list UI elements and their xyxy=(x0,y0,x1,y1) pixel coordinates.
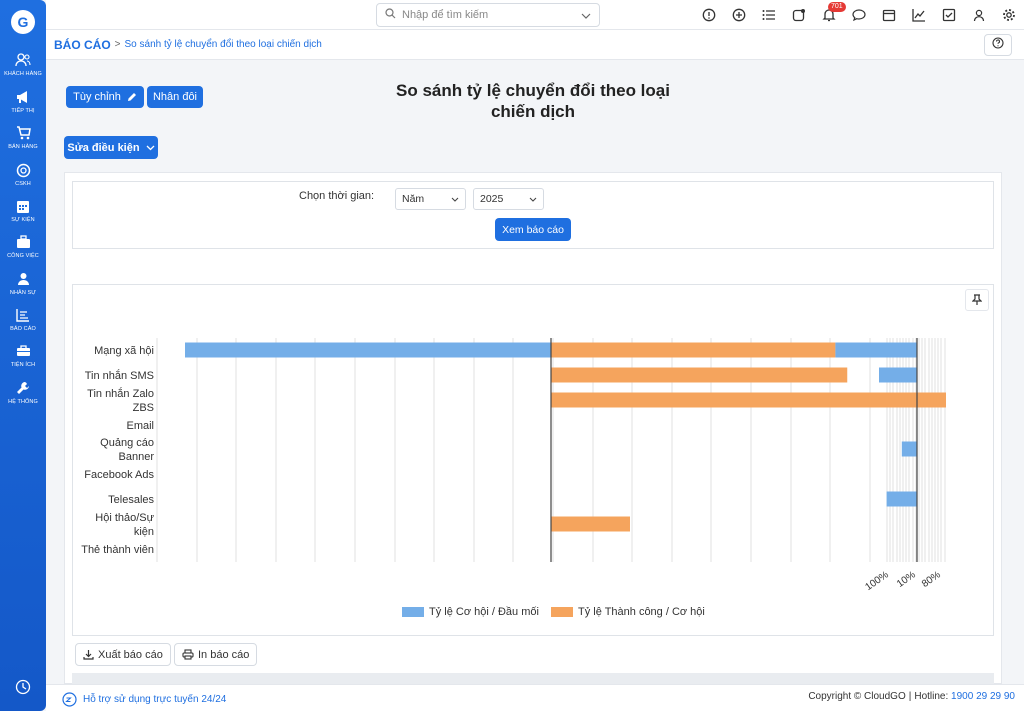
user-icon[interactable] xyxy=(964,0,994,30)
person-icon xyxy=(15,271,31,287)
year-value: 2025 xyxy=(480,193,504,205)
hotline-label: Hotline: xyxy=(914,691,949,702)
help-button[interactable] xyxy=(984,34,1012,56)
bell-icon[interactable]: 701 xyxy=(814,0,846,30)
sidebar-item-label: Công việc xyxy=(7,253,39,259)
chevron-down-icon xyxy=(451,197,459,202)
support-link[interactable]: Hỗ trợ sử dụng trực tuyến 24/24 xyxy=(62,692,226,707)
help-icon xyxy=(992,36,1004,54)
sidebar: G Khách hàng Tiếp thị Bán hàng CSKH Sự k… xyxy=(0,0,46,711)
footer: Hỗ trợ sử dụng trực tuyến 24/24 Copyrigh… xyxy=(46,684,1024,711)
copyright-text: Copyright © CloudGO xyxy=(808,691,906,702)
briefcase-icon xyxy=(15,234,31,250)
sidebar-item-hr[interactable]: Nhân sự xyxy=(0,271,46,305)
top-bar: Nhập để tìm kiếm 701 xyxy=(46,0,1024,30)
sidebar-item-sales[interactable]: Bán hàng xyxy=(0,125,46,159)
view-report-button[interactable]: Xem báo cáo xyxy=(495,218,571,241)
edit-conditions-button[interactable]: Sửa điều kiện xyxy=(64,136,158,159)
download-icon xyxy=(83,649,98,660)
chat-icon[interactable] xyxy=(844,0,874,30)
pin-button[interactable] xyxy=(965,289,989,311)
checkbox-icon[interactable] xyxy=(934,0,964,30)
legend-swatch xyxy=(402,607,424,617)
legend-swatch xyxy=(551,607,573,617)
page-title: So sánh tỷ lệ chuyển đổi theo loại chiến… xyxy=(396,81,670,121)
sidebar-item-customers[interactable]: Khách hàng xyxy=(0,52,46,86)
sidebar-item-label: Bán hàng xyxy=(8,144,38,150)
users-icon xyxy=(15,52,31,68)
chart-container xyxy=(72,284,994,636)
duplicate-label: Nhân đôi xyxy=(152,91,198,103)
search-icon xyxy=(385,6,396,24)
sidebar-item-system[interactable]: Hệ thống xyxy=(0,380,46,414)
sidebar-item-tasks[interactable]: Công việc xyxy=(0,234,46,268)
add-icon[interactable] xyxy=(724,0,754,30)
pin-icon xyxy=(972,294,982,306)
customize-button[interactable]: Tùy chỉnh xyxy=(66,86,144,108)
settings-icon[interactable] xyxy=(994,0,1024,30)
sidebar-item-label: Nhân sự xyxy=(9,290,37,296)
breadcrumb-root[interactable]: BÁO CÁO xyxy=(54,38,111,52)
sidebar-item-label: Tiếp thị xyxy=(11,108,35,114)
chart-line-icon[interactable] xyxy=(904,0,934,30)
legend-item-success[interactable]: Tỷ lệ Thành công / Cơ hội xyxy=(551,606,705,618)
year-select[interactable]: 2025 xyxy=(473,188,544,210)
sidebar-item-label: Tiện ích xyxy=(10,362,36,368)
period-select[interactable]: Năm xyxy=(395,188,466,210)
customize-label: Tùy chỉnh xyxy=(73,91,121,103)
sidebar-item-utilities[interactable]: Tiện ích xyxy=(0,343,46,377)
support-icon xyxy=(15,162,31,178)
export-report-button[interactable]: Xuất báo cáo xyxy=(75,643,171,666)
calendar-top-icon[interactable] xyxy=(874,0,904,30)
legend-label: Tỷ lệ Thành công / Cơ hội xyxy=(578,606,705,618)
cart-icon xyxy=(15,125,31,141)
period-value: Năm xyxy=(402,193,425,205)
info-icon[interactable] xyxy=(694,0,724,30)
chevron-down-icon xyxy=(529,197,537,202)
export-label: Xuất báo cáo xyxy=(98,648,163,661)
chevron-down-icon xyxy=(146,145,155,151)
app-logo[interactable]: G xyxy=(11,10,35,34)
sidebar-item-reports[interactable]: Báo cáo xyxy=(0,307,46,341)
toolbox-icon xyxy=(15,343,31,359)
clock-icon[interactable] xyxy=(15,679,31,695)
legend-item-opportunity[interactable]: Tỷ lệ Cơ hội / Đầu mối xyxy=(402,606,539,618)
search-placeholder: Nhập để tìm kiếm xyxy=(402,9,489,21)
support-text: Hỗ trợ sử dụng trực tuyến 24/24 xyxy=(83,694,227,705)
breadcrumb-separator: > xyxy=(114,39,121,50)
legend-label: Tỷ lệ Cơ hội / Đầu mối xyxy=(429,606,539,618)
list-icon[interactable] xyxy=(754,0,784,30)
print-report-button[interactable]: In báo cáo xyxy=(174,643,258,666)
sidebar-item-label: CSKH xyxy=(15,181,31,187)
edit-conditions-label: Sửa điều kiện xyxy=(67,141,140,154)
time-filter-label: Chọn thời gian: xyxy=(299,190,375,202)
zalo-icon xyxy=(62,692,77,707)
report-icon xyxy=(15,307,31,323)
breadcrumb: BÁO CÁO > So sánh tỷ lệ chuyển đổi theo … xyxy=(46,30,1024,60)
sidebar-item-label: Khách hàng xyxy=(4,71,42,77)
duplicate-button[interactable]: Nhân đôi xyxy=(147,86,203,108)
breadcrumb-current: So sánh tỷ lệ chuyển đổi theo loại chiến… xyxy=(124,39,322,50)
chevron-down-icon xyxy=(581,6,591,24)
search-input[interactable]: Nhập để tìm kiếm xyxy=(376,3,600,27)
megaphone-icon xyxy=(15,89,31,105)
calendar-icon xyxy=(15,198,31,214)
hotline-number[interactable]: 1900 29 29 90 xyxy=(951,691,1015,702)
scroll-strip xyxy=(72,673,994,684)
wrench-icon xyxy=(15,380,31,396)
footer-info: Copyright © CloudGO | Hotline: 1900 29 29 … xyxy=(808,691,1015,702)
pencil-icon xyxy=(127,92,137,102)
sidebar-item-label: Hệ thống xyxy=(8,399,38,405)
print-label: In báo cáo xyxy=(198,648,250,661)
sidebar-item-events[interactable]: Sự kiện xyxy=(0,198,46,232)
sidebar-item-cskh[interactable]: CSKH xyxy=(0,162,46,196)
printer-icon xyxy=(182,649,198,660)
sidebar-item-marketing[interactable]: Tiếp thị xyxy=(0,89,46,123)
updates-icon[interactable] xyxy=(784,0,814,30)
sidebar-item-label: Báo cáo xyxy=(10,326,36,332)
sidebar-item-label: Sự kiện xyxy=(11,217,35,223)
